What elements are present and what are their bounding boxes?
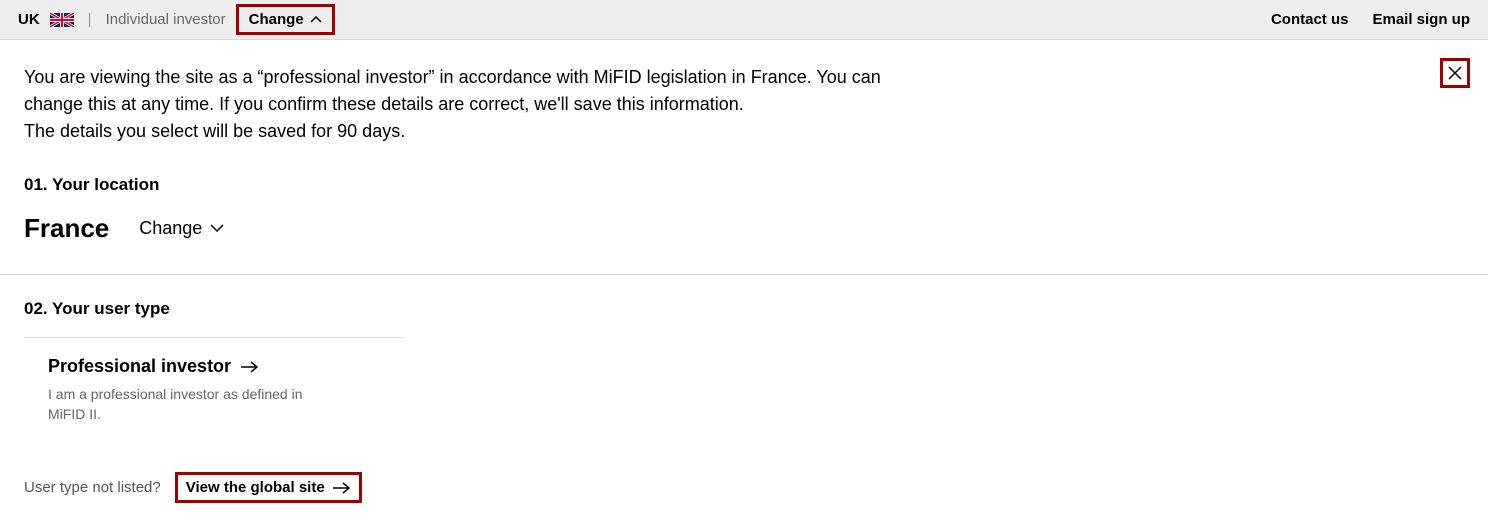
contact-us-link[interactable]: Contact us [1271,11,1349,28]
close-button[interactable] [1440,58,1470,88]
investor-type-label: Individual investor [106,11,226,28]
view-global-site-link[interactable]: View the global site [175,472,362,503]
top-bar: UK | Individual investor Change Contact … [0,0,1488,40]
intro-line-1: You are viewing the site as a “professio… [24,64,944,118]
chevron-down-icon [210,224,224,233]
intro-text: You are viewing the site as a “professio… [24,64,944,145]
close-icon [1447,65,1463,81]
arrow-right-icon [241,361,259,373]
professional-investor-option[interactable]: Professional investor I am a professiona… [24,337,404,442]
chevron-up-icon [310,16,322,24]
change-button-top-label: Change [249,11,304,28]
uk-flag-icon [50,13,74,27]
intro-line-2: The details you select will be saved for… [24,118,944,145]
location-row: France Change [24,213,1464,244]
footer-prompt: User type not listed? [24,479,161,496]
change-location-button[interactable]: Change [139,218,224,239]
change-location-label: Change [139,218,202,239]
option-title-text: Professional investor [48,356,231,377]
change-button-top[interactable]: Change [236,4,335,35]
user-type-block: Professional investor I am a professiona… [24,337,1464,442]
location-name: France [24,213,109,244]
divider: | [88,11,92,28]
section-location-title: 01. Your location [24,175,1464,195]
view-global-site-label: View the global site [186,479,325,496]
arrow-right-icon [333,482,351,494]
top-bar-left: UK | Individual investor Change [18,4,335,35]
country-code: UK [18,11,40,28]
option-description: I am a professional investor as defined … [48,385,328,424]
settings-panel: You are viewing the site as a “professio… [0,40,1488,527]
section-divider [0,274,1488,275]
section-usertype-title: 02. Your user type [24,299,1464,319]
option-title-row: Professional investor [48,356,404,377]
email-signup-link[interactable]: Email sign up [1372,11,1470,28]
top-bar-right: Contact us Email sign up [1271,11,1470,28]
footer-row: User type not listed? View the global si… [24,472,1464,503]
